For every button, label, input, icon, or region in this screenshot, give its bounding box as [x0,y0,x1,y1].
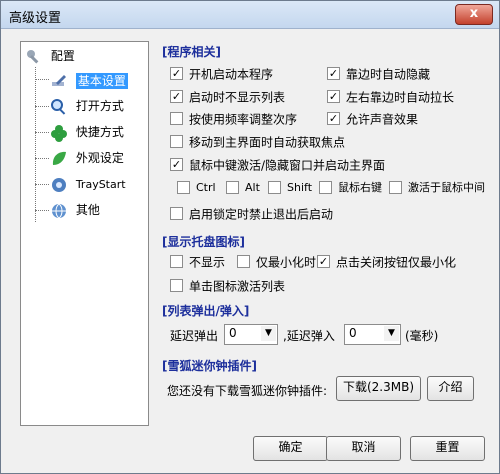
tray-close-minimize-option[interactable]: 点击关闭按钮仅最小化 [317,254,456,270]
modifier-middle-activate-option[interactable]: 激活于鼠标中间 [389,180,485,196]
checkbox-sort-by-frequency[interactable] [170,112,183,125]
checkbox-middle-activate[interactable] [389,180,402,194]
modifier-right-click-option[interactable]: 鼠标右键 [319,180,382,196]
checkbox-autostart[interactable] [170,67,183,80]
checkbox-sound-effect[interactable] [327,112,340,125]
magnifier-icon [51,98,66,115]
checkbox-lock[interactable] [170,207,183,220]
clover-icon [51,124,67,142]
hide-list-on-start-option[interactable]: 启动时不显示列表 [170,89,285,105]
chevron-down-icon: ▼ [261,326,276,341]
cancel-button[interactable]: 取消 [326,436,401,461]
gear-globe-icon [52,177,66,192]
lock-option[interactable]: 启用锁定时禁止退出后启动 [170,206,333,222]
settings-tree: 配置 基本设置 打开方式 快捷方式 外观设定 TrayStart 其他 [20,41,149,426]
hide-delay-label: ,延迟弹入 [283,329,335,343]
plugin-status-text: 您还没有下载雪狐迷你钟插件: [167,384,328,398]
hide-delay-select[interactable]: 0 ▼ [344,324,401,345]
modifier-ctrl-option[interactable]: Ctrl [177,180,216,196]
checkbox-hide-list-on-start[interactable] [170,90,183,103]
tree-root-label: 配置 [50,49,75,63]
auto-focus-option[interactable]: 移动到主界面时自动获取焦点 [170,134,345,150]
tray-minimize-only-option[interactable]: 仅最小化时 [237,254,316,270]
window-title: 高级设置 [9,11,62,26]
checkbox-tray-none[interactable] [170,255,183,268]
auto-hide-edge-option[interactable]: 靠边时自动隐藏 [327,66,430,82]
checkbox-stretch-edge[interactable] [327,90,340,103]
tray-none-option[interactable]: 不显示 [170,254,225,270]
plugin-section-title: [雪狐迷你钟插件] [162,359,257,373]
tree-root-config[interactable]: 配置 [25,45,75,67]
stretch-edge-option[interactable]: 左右靠边时自动拉长 [327,89,454,105]
advanced-settings-window: 高级设置 x 配置 基本设置 打开方式 快捷方式 外观设定 TrayStart … [0,0,500,474]
modifier-shift-option[interactable]: Shift [268,180,312,196]
popup-delay-select[interactable]: 0 ▼ [224,324,278,345]
middle-click-option[interactable]: 鼠标中键激活/隐藏窗口并启动主界面 [170,157,385,173]
checkbox-right-click[interactable] [319,180,332,194]
tree-connector [35,67,36,222]
globe-icon [52,203,66,218]
tree-item-appearance[interactable]: 外观设定 [50,147,124,169]
delay-unit-label: (毫秒) [405,329,439,343]
sort-by-frequency-option[interactable]: 按使用频率调整次序 [170,111,297,127]
list-section-title: [列表弹出/弹入] [162,304,250,318]
chevron-down-icon: ▼ [384,326,399,341]
close-button[interactable]: x [455,4,493,25]
tray-single-click-option[interactable]: 单击图标激活列表 [170,278,285,294]
modifier-alt-option[interactable]: Alt [226,180,260,196]
pen-icon [52,74,66,86]
tree-item-shortcut[interactable]: 快捷方式 [50,121,124,143]
tree-item-traystart[interactable]: TrayStart [50,173,126,195]
ok-button[interactable]: 确定 [253,436,328,461]
tray-section-title: [显示托盘图标] [162,235,245,249]
checkbox-shift[interactable] [268,180,281,194]
checkbox-tray-minimize-only[interactable] [237,255,250,268]
tree-item-open-method[interactable]: 打开方式 [50,95,124,117]
wrench-icon [27,49,39,63]
download-plugin-button[interactable]: 下载(2.3MB) [336,376,421,401]
tree-item-other[interactable]: 其他 [50,199,100,221]
reset-button[interactable]: 重置 [410,436,485,461]
program-section-title: [程序相关] [162,45,221,59]
title-bar[interactable]: 高级设置 x [1,1,499,29]
checkbox-tray-single-click[interactable] [170,279,183,292]
popup-delay-label: 延迟弹出 [170,329,219,343]
plugin-info-button[interactable]: 介绍 [427,376,474,401]
autostart-option[interactable]: 开机启动本程序 [170,66,273,82]
checkbox-middle-click[interactable] [170,158,183,171]
checkbox-auto-focus[interactable] [170,135,183,148]
checkbox-tray-close-minimize[interactable] [317,255,330,268]
leaf-icon [52,151,66,165]
checkbox-ctrl[interactable] [177,180,190,194]
sound-effect-option[interactable]: 允许声音效果 [327,111,418,127]
tree-item-basic-settings[interactable]: 基本设置 [50,69,128,91]
checkbox-alt[interactable] [226,180,239,194]
checkbox-auto-hide-edge[interactable] [327,67,340,80]
